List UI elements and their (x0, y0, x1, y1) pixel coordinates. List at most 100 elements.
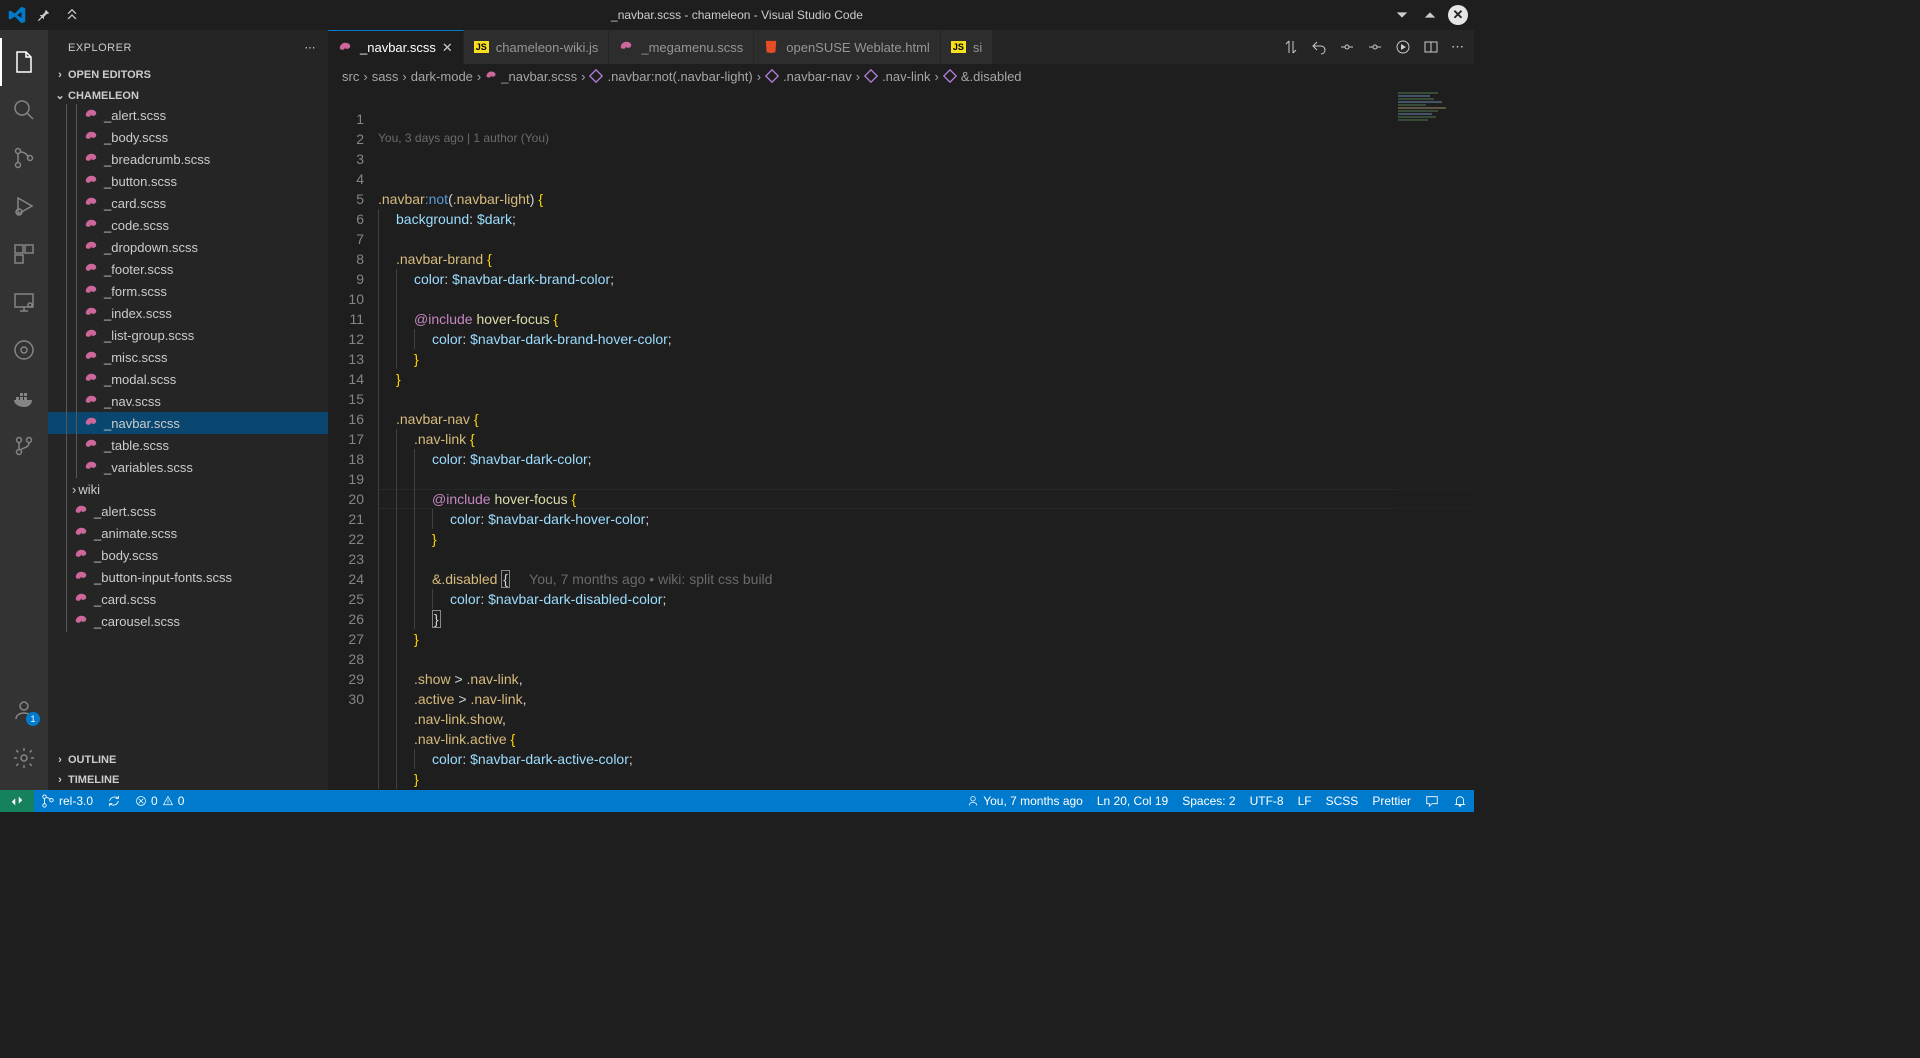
file-item[interactable]: _variables.scss (48, 456, 328, 478)
next-change-icon[interactable] (1367, 39, 1383, 55)
code-line[interactable]: } (378, 369, 1474, 389)
code-line[interactable]: } (378, 349, 1474, 369)
activity-explorer[interactable] (0, 38, 48, 86)
status-bell-icon[interactable] (1446, 790, 1474, 812)
code-line[interactable]: .nav-link.active { (378, 729, 1474, 749)
tab[interactable]: openSUSE Weblate.html (754, 30, 941, 64)
code-line[interactable]: } (378, 529, 1474, 549)
section-project[interactable]: ⌄CHAMELEON (48, 87, 328, 104)
file-item[interactable]: _nav.scss (48, 390, 328, 412)
chevron-up-icon[interactable] (1420, 5, 1440, 25)
breadcrumb-item[interactable]: &.disabled (943, 69, 1022, 84)
activity-source-control[interactable] (0, 134, 48, 182)
undo-icon[interactable] (1311, 39, 1327, 55)
file-item[interactable]: _button-input-fonts.scss (48, 566, 328, 588)
file-item[interactable]: _carousel.scss (48, 610, 328, 632)
folder-item[interactable]: ›wiki (48, 478, 328, 500)
file-tree[interactable]: _alert.scss_body.scss_breadcrumb.scss_bu… (48, 104, 328, 748)
file-item[interactable]: _navbar.scss (48, 412, 328, 434)
code-line[interactable]: background: $dark; (378, 209, 1474, 229)
tab[interactable]: _navbar.scss✕ (328, 30, 464, 64)
compare-icon[interactable] (1283, 39, 1299, 55)
activity-docker[interactable] (0, 374, 48, 422)
section-outline[interactable]: ›OUTLINE (48, 752, 328, 768)
file-item[interactable]: _animate.scss (48, 522, 328, 544)
file-item[interactable]: _button.scss (48, 170, 328, 192)
tab[interactable]: JSsi (941, 30, 993, 64)
status-spaces[interactable]: Spaces: 2 (1175, 790, 1242, 812)
status-feedback-icon[interactable] (1418, 790, 1446, 812)
code-line[interactable]: @include hover-focus { (378, 489, 1474, 509)
code-line[interactable]: color: $navbar-dark-color; (378, 449, 1474, 469)
activity-remote-explorer[interactable] (0, 278, 48, 326)
file-item[interactable]: _misc.scss (48, 346, 328, 368)
file-item[interactable]: _card.scss (48, 588, 328, 610)
code-line[interactable]: color: $navbar-dark-disabled-color; (378, 589, 1474, 609)
code-line[interactable] (378, 389, 1474, 409)
breadcrumb-item[interactable]: sass (372, 69, 399, 84)
activity-run-debug[interactable] (0, 182, 48, 230)
code-line[interactable]: color: $navbar-dark-brand-hover-color; (378, 329, 1474, 349)
status-position[interactable]: Ln 20, Col 19 (1090, 790, 1175, 812)
code-line[interactable] (378, 549, 1474, 569)
code-line[interactable]: .nav-link.show, (378, 709, 1474, 729)
status-blame[interactable]: You, 7 months ago (960, 790, 1090, 812)
file-item[interactable]: _table.scss (48, 434, 328, 456)
activity-settings[interactable] (0, 734, 48, 782)
activity-gitlens[interactable] (0, 326, 48, 374)
status-sync[interactable] (100, 790, 128, 812)
status-remote[interactable] (0, 790, 34, 812)
file-item[interactable]: _card.scss (48, 192, 328, 214)
run-icon[interactable] (1395, 39, 1411, 55)
code-line[interactable]: .show > .nav-link, (378, 669, 1474, 689)
chevron-up-double-icon[interactable] (62, 5, 82, 25)
file-item[interactable]: _alert.scss (48, 500, 328, 522)
file-item[interactable]: _dropdown.scss (48, 236, 328, 258)
close-icon[interactable]: ✕ (442, 40, 453, 56)
prev-change-icon[interactable] (1339, 39, 1355, 55)
breadcrumb[interactable]: src›sass›dark-mode›_navbar.scss›.navbar:… (328, 65, 1474, 87)
minimap[interactable] (1394, 87, 1474, 790)
activity-github[interactable] (0, 422, 48, 470)
code-line[interactable]: &.disabled { You, 7 months ago • wiki: s… (378, 569, 1474, 589)
section-timeline[interactable]: ›TIMELINE (48, 772, 328, 788)
code-line[interactable] (378, 289, 1474, 309)
status-eol[interactable]: LF (1291, 790, 1319, 812)
activity-account[interactable]: 1 (0, 686, 48, 734)
code-line[interactable]: .nav-link { (378, 429, 1474, 449)
pin-icon[interactable] (34, 5, 54, 25)
sidebar-more-icon[interactable]: ⋯ (305, 41, 317, 54)
close-button[interactable]: ✕ (1448, 5, 1468, 25)
code-line[interactable]: color: $navbar-dark-active-color; (378, 749, 1474, 769)
code-line[interactable]: .navbar:not(.navbar-light) { (378, 189, 1474, 209)
code-line[interactable]: color: $navbar-dark-brand-color; (378, 269, 1474, 289)
status-branch[interactable]: rel-3.0 (34, 790, 100, 812)
status-encoding[interactable]: UTF-8 (1243, 790, 1291, 812)
more-icon[interactable]: ⋯ (1451, 39, 1464, 55)
code-line[interactable] (378, 469, 1474, 489)
code-line[interactable]: .navbar-brand { (378, 249, 1474, 269)
split-icon[interactable] (1423, 39, 1439, 55)
tab[interactable]: _megamenu.scss (609, 30, 754, 64)
breadcrumb-item[interactable]: .navbar-nav (765, 69, 852, 84)
code-line[interactable]: @include hover-focus { (378, 309, 1474, 329)
code-line[interactable]: .active > .nav-link, (378, 689, 1474, 709)
file-item[interactable]: _index.scss (48, 302, 328, 324)
file-item[interactable]: _form.scss (48, 280, 328, 302)
status-problems[interactable]: 0 0 (128, 790, 191, 812)
code-line[interactable] (378, 229, 1474, 249)
code-line[interactable]: color: $navbar-dark-hover-color; (378, 509, 1474, 529)
activity-search[interactable] (0, 86, 48, 134)
code-line[interactable]: } (378, 629, 1474, 649)
file-item[interactable]: _body.scss (48, 126, 328, 148)
file-item[interactable]: _body.scss (48, 544, 328, 566)
status-formatter[interactable]: Prettier (1365, 790, 1418, 812)
breadcrumb-item[interactable]: src (342, 69, 359, 84)
status-language[interactable]: SCSS (1319, 790, 1366, 812)
breadcrumb-item[interactable]: dark-mode (411, 69, 473, 84)
code-line[interactable]: } (378, 609, 1474, 629)
file-item[interactable]: _code.scss (48, 214, 328, 236)
file-item[interactable]: _alert.scss (48, 104, 328, 126)
code-editor[interactable]: You, 3 days ago | 1 author (You) .navbar… (378, 87, 1474, 790)
code-line[interactable] (378, 649, 1474, 669)
